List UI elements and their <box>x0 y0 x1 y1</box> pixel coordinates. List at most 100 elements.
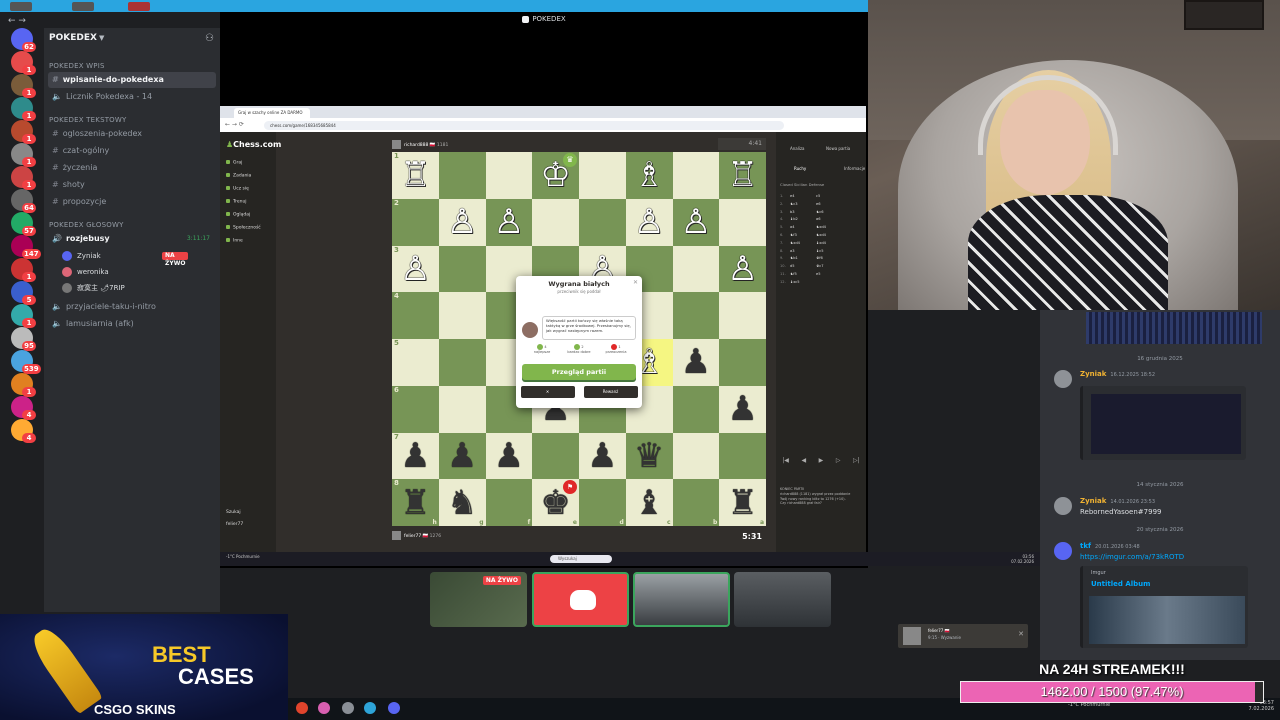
server-icon[interactable]: 1 <box>11 97 36 121</box>
board-square[interactable] <box>438 152 486 199</box>
chess-piece[interactable]: ♗ <box>634 158 664 192</box>
move-san[interactable]: ♝c5 <box>816 249 842 257</box>
message-link[interactable]: https://imgur.com/a/73kROTD <box>1080 553 1184 561</box>
voice-channel-przyjaciele[interactable]: 🔈 przyjaciele-taku-i-nitro <box>48 299 216 315</box>
back-forward-icon[interactable]: ← → <box>8 16 26 26</box>
channel-zyczenia[interactable]: # życzenia <box>48 160 216 176</box>
voice-user[interactable]: Zyniak NA ŻYWO <box>62 250 189 267</box>
board-square[interactable]: b <box>672 479 720 526</box>
chess-nav-item[interactable]: Ucz się <box>226 186 249 192</box>
app-icon[interactable] <box>364 702 376 714</box>
channel-ogloszenia[interactable]: # ogloszenia-pokedex <box>48 126 216 142</box>
chess-nav-item[interactable]: Oglądaj <box>226 212 250 218</box>
move-san[interactable]: e6 <box>816 202 842 210</box>
board-square[interactable]: e ♚ ⚑ <box>532 479 579 526</box>
next-move-icon[interactable]: ▷ <box>836 457 841 469</box>
avatar[interactable] <box>1054 370 1072 388</box>
chess-piece[interactable]: ♟ <box>727 392 757 426</box>
chess-piece[interactable]: ♛ <box>634 439 664 473</box>
tab-new-game[interactable]: Nowa partia <box>826 146 850 151</box>
board-square[interactable]: ♟ <box>719 385 766 433</box>
message-author[interactable]: Zyniak 14.01.2026 23:53 <box>1080 497 1155 505</box>
channel-shoty[interactable]: # shoty <box>48 177 216 193</box>
chess-piece[interactable]: ♜ <box>727 486 757 520</box>
server-icon[interactable]: 147 <box>11 235 41 259</box>
move-row[interactable]: 1. e4 c5 <box>780 194 860 202</box>
board-square[interactable] <box>579 198 626 246</box>
channel-czat[interactable]: # czat-ogólny <box>48 143 216 159</box>
channel-licznik[interactable]: 🔈 Licznik Pokedexa - 14 <box>48 89 216 105</box>
board-square[interactable]: ♙ <box>625 198 673 246</box>
app-icon[interactable] <box>318 702 330 714</box>
channel-wpisanie[interactable]: # wpisanie-do-pokedexa <box>48 72 216 88</box>
board-square[interactable]: ♟ <box>579 432 626 480</box>
new-game-button[interactable]: ✕ <box>520 386 575 398</box>
add-user-icon[interactable]: ⚇ <box>205 33 214 44</box>
move-san[interactable]: ♝b2 <box>790 217 816 225</box>
move-san[interactable]: a3 <box>790 249 816 257</box>
category-tekstowy[interactable]: POKEDEX Tekstowy <box>49 116 127 124</box>
nav-arrows-icon[interactable]: ← → ⟳ <box>225 121 244 128</box>
image-attachment[interactable] <box>1080 386 1246 460</box>
board-square[interactable] <box>579 152 626 199</box>
board-square[interactable]: 7 ♟ <box>392 432 439 480</box>
participant-tile-stream[interactable]: NA ŻYWO <box>430 572 527 627</box>
board-square[interactable] <box>672 385 720 433</box>
chess-nav-item[interactable]: Inne <box>226 238 243 244</box>
board-square[interactable]: 8 h ♜ <box>392 479 439 526</box>
server-icon[interactable]: 1 <box>11 258 36 282</box>
message-author[interactable]: tkf 20.01.2026 03:48 <box>1080 542 1140 550</box>
board-square[interactable] <box>438 385 486 433</box>
chess-nav-item[interactable]: Trenuj <box>226 199 247 205</box>
board-square[interactable] <box>485 152 533 199</box>
move-san[interactable]: ♞c6 <box>816 210 842 218</box>
message-author[interactable]: Zyniak 16.12.2025 18:52 <box>1080 370 1155 378</box>
chess-logo[interactable]: ♟Chess.com <box>226 140 281 149</box>
chess-piece[interactable]: ♝ <box>634 486 664 520</box>
chess-piece[interactable]: ♖ <box>727 158 757 192</box>
move-row[interactable]: 2. ♞c3 e6 <box>780 202 860 210</box>
embed-image[interactable] <box>1089 596 1245 644</box>
server-icon[interactable]: 1 <box>11 166 36 190</box>
board-square[interactable] <box>672 292 720 339</box>
avatar[interactable] <box>1054 542 1072 560</box>
move-san[interactable]: ♝xd4 <box>816 241 842 249</box>
board-square[interactable]: 2 <box>392 198 439 246</box>
board-square[interactable]: ♙ <box>719 245 766 293</box>
move-row[interactable]: 12. ♝xc5 <box>780 280 860 288</box>
server-icon[interactable]: 5 <box>11 281 36 305</box>
participant-tile-person[interactable] <box>734 572 831 627</box>
board-square[interactable]: 3 ♙ <box>392 245 439 293</box>
chess-piece[interactable]: ♙ <box>494 205 524 239</box>
chess-piece[interactable]: ♞ <box>447 486 477 520</box>
board-square[interactable]: d <box>579 479 626 526</box>
board-square[interactable]: ♗ <box>625 152 673 199</box>
move-san[interactable] <box>816 280 842 288</box>
move-san[interactable]: ♞f5 <box>790 272 816 280</box>
move-san[interactable]: ♞xd4 <box>816 225 842 233</box>
server-name-button[interactable]: POKEDEX ▼ <box>49 33 104 43</box>
board-square[interactable]: ♟ <box>438 432 486 480</box>
chess-nav-bottom-item[interactable]: Szukaj <box>226 510 241 515</box>
chess-nav-item[interactable]: Graj <box>226 160 242 166</box>
move-san[interactable]: ♝xc5 <box>790 280 816 288</box>
board-square[interactable] <box>672 152 720 199</box>
board-square[interactable]: 4 <box>392 292 439 339</box>
board-square[interactable]: ♟ <box>485 432 533 480</box>
move-san[interactable]: ♞c3 <box>790 202 816 210</box>
move-row[interactable]: 10. d5 ♛c7 <box>780 264 860 272</box>
board-square[interactable]: ♖ <box>719 152 766 199</box>
tab-moves[interactable]: Ruchy <box>794 166 806 171</box>
chess-piece[interactable]: ♙ <box>681 205 711 239</box>
board-square[interactable]: g ♞ <box>438 479 486 526</box>
board-square[interactable] <box>438 339 486 386</box>
game-review-button[interactable]: Przegląd partii <box>522 364 636 380</box>
server-icon[interactable]: 4 <box>11 396 36 420</box>
board-square[interactable]: a ♜ <box>719 479 766 526</box>
server-icon[interactable]: 539 <box>11 350 41 374</box>
channel-propozycje[interactable]: # propozycje <box>48 194 216 210</box>
avatar[interactable] <box>1054 497 1072 515</box>
server-icon[interactable]: 1 <box>11 373 36 397</box>
board-square[interactable]: ♙ <box>485 198 533 246</box>
move-row[interactable]: 11. ♞f5 e5 <box>780 272 860 280</box>
